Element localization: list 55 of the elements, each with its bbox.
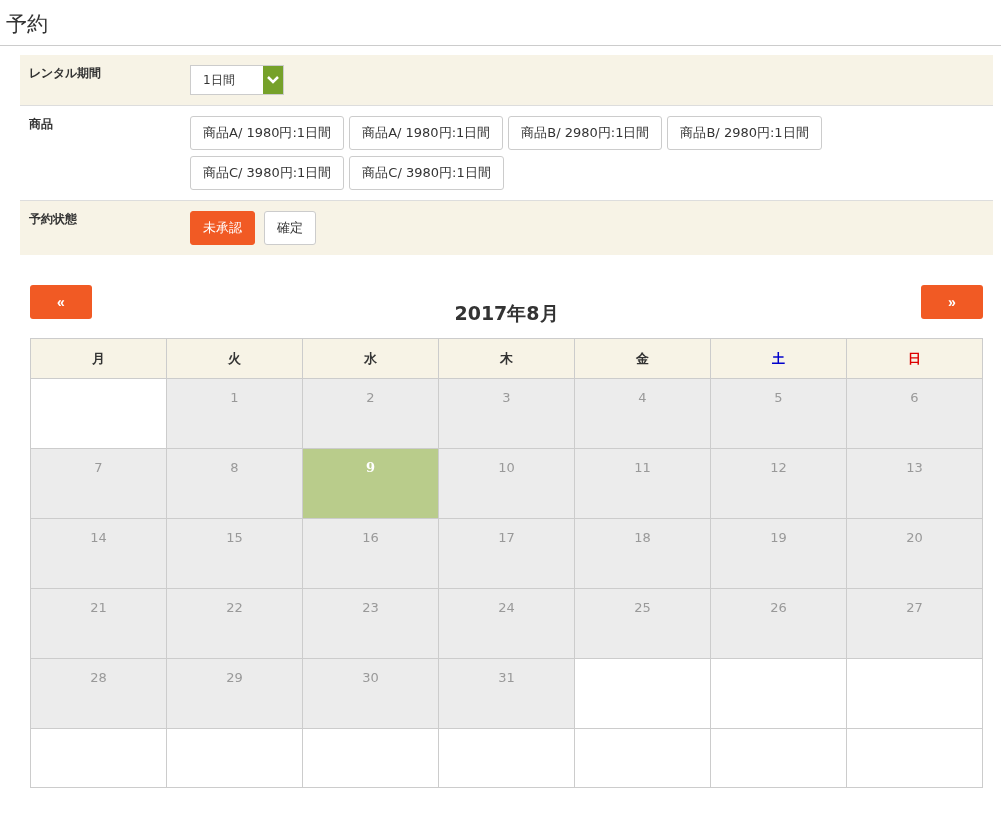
day-cell[interactable]: 26 [711,589,847,659]
day-cell[interactable]: 15 [167,519,303,589]
day-cell[interactable]: 25 [575,589,711,659]
weekday-header: 日 [847,339,983,379]
status-button[interactable]: 未承認 [190,211,255,245]
day-cell[interactable]: 18 [575,519,711,589]
day-cell[interactable]: 22 [167,589,303,659]
weekday-header: 木 [439,339,575,379]
previous-month-button[interactable]: « [30,285,92,319]
day-cell[interactable]: 5 [711,379,847,449]
weekday-header: 金 [575,339,711,379]
product-button[interactable]: 商品C/ 3980円:1日間 [190,156,345,190]
month-title: 2017年8月 [454,301,559,326]
field-label: 商品 [29,117,53,131]
day-cell[interactable]: 28 [31,659,167,729]
weekday-header: 月 [31,339,167,379]
day-cell[interactable]: 23 [303,589,439,659]
day-cell[interactable]: 11 [575,449,711,519]
day-cell[interactable]: 20 [847,519,983,589]
product-button[interactable]: 商品A/ 1980円:1日間 [190,116,345,150]
day-cell[interactable]: 12 [711,449,847,519]
day-cell[interactable]: 24 [439,589,575,659]
product-button[interactable]: 商品B/ 2980円:1日間 [508,116,663,150]
field-label: レンタル期間 [29,66,101,80]
field-label: 予約状態 [29,212,77,226]
product-button[interactable]: 商品A/ 1980円:1日間 [349,116,504,150]
period-select[interactable]: 1日間 [190,65,284,95]
weekday-header: 水 [303,339,439,379]
day-cell[interactable]: 3 [439,379,575,449]
product-button[interactable]: 商品C/ 3980円:1日間 [349,156,504,190]
day-cell[interactable]: 21 [31,589,167,659]
day-cell[interactable]: 31 [439,659,575,729]
chevron-down-icon [263,66,283,94]
product-button[interactable]: 商品B/ 2980円:1日間 [667,116,822,150]
day-cell[interactable]: 16 [303,519,439,589]
day-cell[interactable]: 8 [167,449,303,519]
weekday-header: 土 [711,339,847,379]
day-cell[interactable]: 9 [303,449,439,519]
day-cell[interactable]: 7 [31,449,167,519]
day-cell[interactable]: 19 [711,519,847,589]
day-cell[interactable]: 6 [847,379,983,449]
day-cell[interactable]: 30 [303,659,439,729]
day-cell[interactable]: 17 [439,519,575,589]
next-month-button[interactable]: » [921,285,983,319]
day-cell[interactable]: 29 [167,659,303,729]
day-cell[interactable]: 2 [303,379,439,449]
weekday-header: 火 [167,339,303,379]
day-cell[interactable]: 10 [439,449,575,519]
day-cell[interactable]: 14 [31,519,167,589]
page-title: 予約 [0,0,1001,46]
status-button[interactable]: 確定 [264,211,316,245]
day-cell[interactable]: 27 [847,589,983,659]
day-cell[interactable]: 13 [847,449,983,519]
day-cell[interactable]: 4 [575,379,711,449]
day-cell[interactable]: 1 [167,379,303,449]
